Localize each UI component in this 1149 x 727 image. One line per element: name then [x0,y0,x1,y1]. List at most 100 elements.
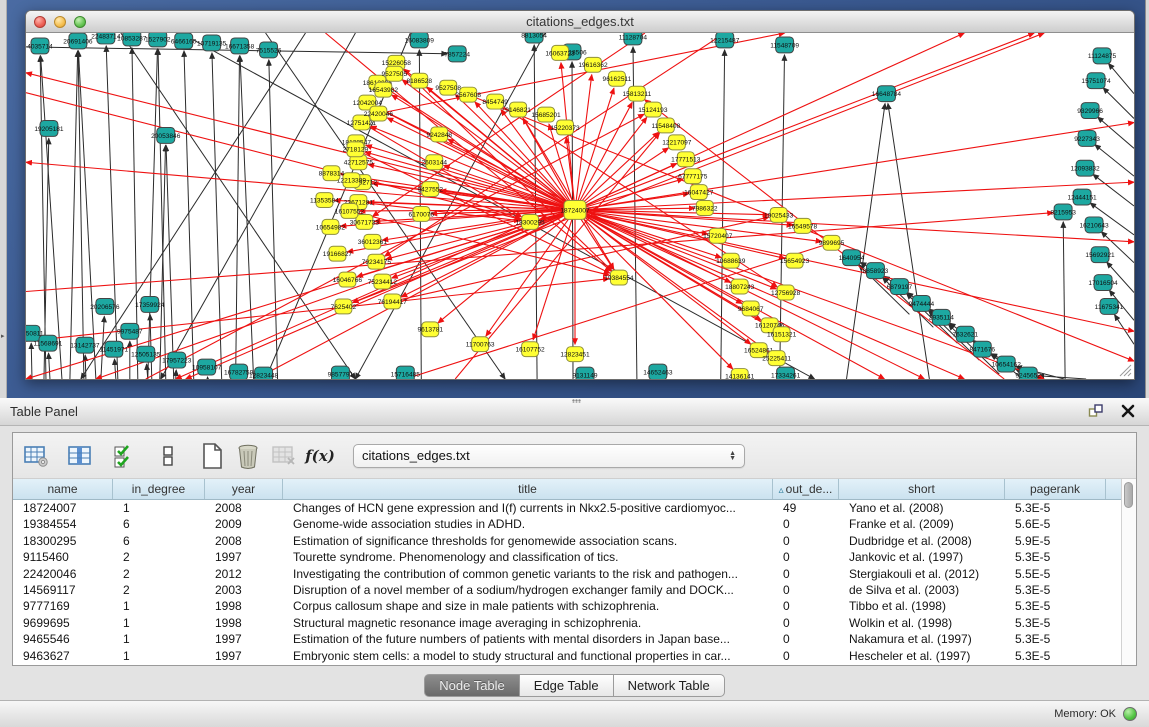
graph-node-teal[interactable]: 16671358 [225,38,255,54]
graph-node-teal[interactable]: 16210643 [1079,217,1109,233]
table-row[interactable]: 1872400712008Changes of HCN gene express… [13,500,1121,516]
graph-node-yellow[interactable]: 16047427 [684,185,714,200]
graph-node-teal[interactable]: 12215487 [710,33,740,48]
table-row[interactable]: 1456911722003Disruption of a novel membe… [13,582,1121,598]
graph-node-teal[interactable]: 9857791 [328,366,354,379]
graph-node-teal[interactable]: 9975487 [117,323,143,339]
table-mode-button[interactable] [19,439,53,473]
delete-table-button[interactable] [267,439,301,473]
graph-node-teal[interactable]: 9227343 [1074,130,1100,146]
graph-node-hub[interactable]: 18724007 [560,201,590,220]
network-window[interactable]: citations_edges.txt 40357142069140622483… [25,10,1135,380]
graph-node-teal[interactable]: 9131149 [572,367,597,379]
graph-node-teal[interactable]: 11548709 [770,37,799,53]
close-panel-icon[interactable] [1119,402,1137,420]
graph-node-teal[interactable]: 12093832 [1070,160,1100,176]
graph-node-teal[interactable]: 8813054 [521,33,547,43]
graph-node-yellow[interactable]: 15685201 [531,107,561,122]
graph-node-teal[interactable]: 10958107 [192,359,222,375]
graph-node-teal[interactable]: 2935114 [929,309,954,325]
left-panel-gutter[interactable]: ▸ [0,0,7,398]
graph-node-yellow[interactable]: 11353584 [310,193,339,208]
table-row[interactable]: 946362711997Embryonic stem cells: a mode… [13,648,1121,664]
graph-node-teal[interactable]: 11124875 [1088,48,1117,64]
column-visibility-button[interactable] [63,439,97,473]
graph-node-yellow[interactable]: 67777175 [678,169,708,184]
graph-node-yellow[interactable]: 15220373 [550,120,580,135]
graph-node-yellow[interactable]: 16107752 [515,342,545,357]
graph-node-teal[interactable]: 15716485 [391,366,421,379]
graph-node-teal[interactable]: 7857224 [444,46,470,62]
graph-node-yellow[interactable]: 36012361 [358,234,388,249]
graph-node-teal[interactable]: 7515526 [256,42,282,58]
graph-node-teal[interactable]: 6879197 [887,279,913,295]
column-header-in_degree[interactable]: in_degree [113,479,205,499]
graph-node-teal[interactable]: 10719135 [197,35,227,51]
table-row[interactable]: 2242004622012Investigating the contribut… [13,566,1121,582]
graph-node-yellow[interactable]: 10654982 [316,219,346,234]
graph-node-teal[interactable]: 4035714 [27,38,53,54]
graph-node-yellow[interactable]: 79234175 [362,254,392,269]
graph-node-teal[interactable]: 17359924 [135,296,165,312]
table-source-select[interactable]: citations_edges.txt ▲▼ [353,444,745,468]
graph-node-teal[interactable]: 15751074 [1081,73,1111,89]
graph-node-teal[interactable]: 1527902 [145,33,171,47]
column-header-name[interactable]: name [13,479,113,499]
graph-node-yellow[interactable]: 7625402 [331,299,357,314]
graph-node-teal[interactable]: 12444151 [1067,189,1097,205]
graph-node-teal[interactable]: 17016504 [1088,275,1118,291]
graph-node-yellow[interactable]: 15813211 [623,86,652,101]
table-row[interactable]: 1938455462009Genome-wide association stu… [13,516,1121,532]
graph-node-teal[interactable]: 11128704 [619,33,648,45]
graph-node-teal[interactable]: 10853287 [117,33,147,46]
column-header-year[interactable]: year [205,479,283,499]
row-height-button[interactable] [151,439,185,473]
graph-node-teal[interactable]: 19205181 [34,120,64,136]
column-header-out_de[interactable]: ▵out_de... [773,479,839,499]
graph-node-yellow[interactable]: 11700763 [466,337,495,352]
network-canvas[interactable]: 4035714206914062248371410853287152790264… [26,33,1134,379]
column-header-title[interactable]: title [283,479,773,499]
tab-network-table[interactable]: Network Table [614,674,725,697]
network-graph[interactable]: 4035714206914062248371410853287152790264… [26,33,1134,379]
column-header-short[interactable]: short [839,479,1005,499]
graph-node-teal[interactable]: 11675341 [1095,298,1124,314]
float-panel-icon[interactable] [1087,402,1105,420]
delete-column-button[interactable] [231,439,265,473]
graph-node-yellow[interactable]: 16046766 [333,272,363,287]
graph-node-teal[interactable]: 15692921 [1085,247,1115,263]
table-row[interactable]: 977716911998Corpus callosum shape and si… [13,598,1121,614]
table-row[interactable]: 946554611997Estimation of the future num… [13,631,1121,647]
graph-node-yellow[interactable]: 19616362 [578,57,608,72]
graph-node-yellow[interactable]: 14136141 [725,369,755,379]
column-header-pagerank[interactable]: pagerank [1005,479,1106,499]
graph-node-yellow[interactable]: 11548408 [651,118,680,133]
split-drag-handle[interactable] [572,399,581,403]
table-vertical-scrollbar[interactable] [1121,479,1136,665]
table-row[interactable]: 969969511998Structural magnetic resonanc… [13,615,1121,631]
graph-node-teal[interactable]: 6466160 [171,33,197,49]
graph-node-teal[interactable]: 8215953 [1050,204,1076,220]
tab-edge-table[interactable]: Edge Table [520,674,614,697]
resize-grip-icon[interactable] [1119,364,1132,377]
graph-node-yellow[interactable]: 10025433 [764,207,794,222]
tab-node-table[interactable]: Node Table [424,674,520,697]
create-column-button[interactable] [195,439,229,473]
graph-node-yellow[interactable]: 19166827 [323,246,353,261]
graph-node-yellow[interactable]: 12823451 [560,347,590,362]
memory-ok-indicator[interactable] [1123,707,1137,721]
graph-node-yellow[interactable]: 10688639 [716,253,746,268]
graph-node-yellow[interactable]: 2603144 [421,155,447,170]
graph-node-teal[interactable]: 20691406 [63,33,93,49]
select-columns-button[interactable] [107,439,141,473]
graph-node-yellow[interactable]: 9146821 [505,102,531,117]
graph-node-teal[interactable]: 7632621 [952,326,978,342]
graph-node-teal[interactable]: 9329966 [1077,103,1103,119]
network-window-titlebar[interactable]: citations_edges.txt [26,11,1134,33]
graph-node-yellow[interactable]: 12217097 [662,135,692,150]
graph-node-teal[interactable]: 12505135 [131,346,161,362]
graph-node-teal[interactable]: 16648784 [872,86,902,102]
graph-node-yellow[interactable]: 96162511 [603,71,632,86]
graph-node-teal[interactable]: 9474444 [909,295,935,311]
graph-node-yellow[interactable]: 12756928 [771,285,801,300]
